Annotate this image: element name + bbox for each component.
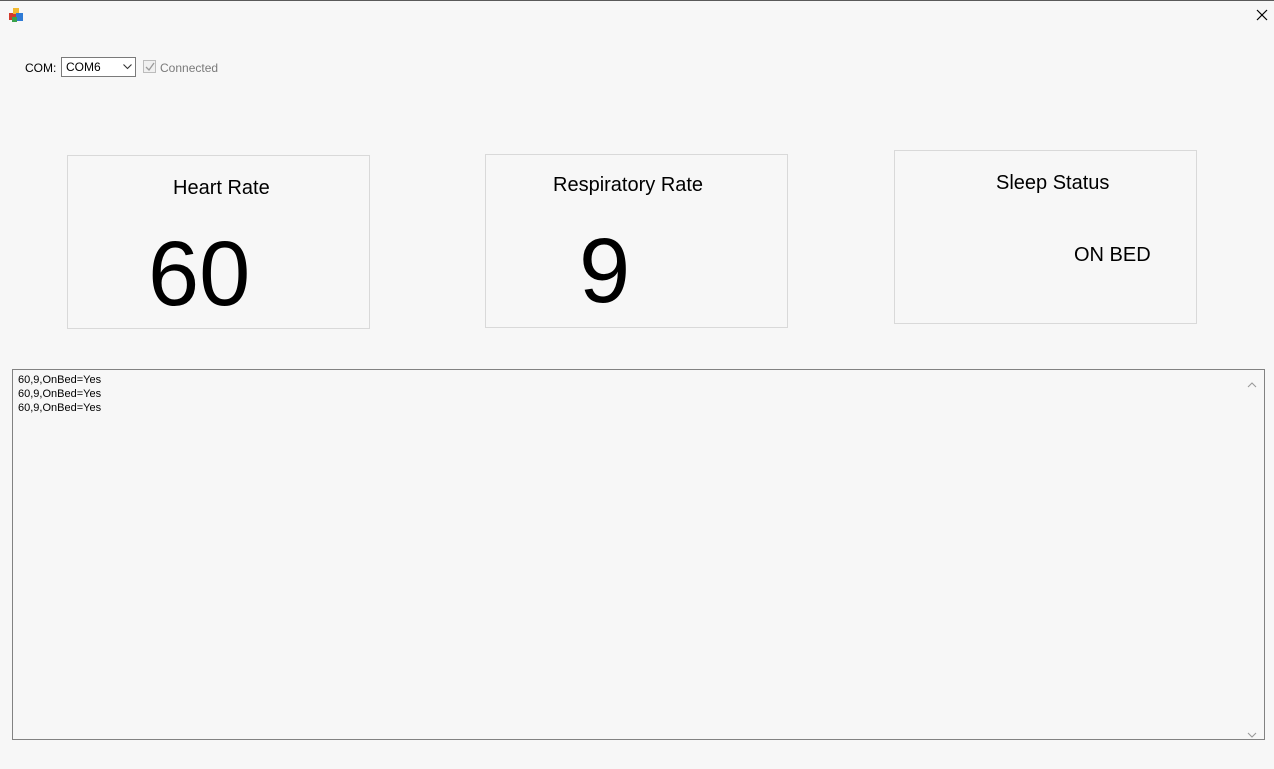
connected-label: Connected (160, 61, 219, 75)
chevron-down-icon (123, 64, 132, 70)
respiratory-rate-panel: Respiratory Rate 9 (485, 154, 788, 328)
heart-rate-title: Heart Rate (173, 177, 270, 199)
com-port-select[interactable]: COM6 (61, 57, 136, 77)
sleep-status-title: Sleep Status (996, 172, 1110, 194)
scroll-down-button[interactable] (1247, 726, 1257, 738)
connected-checkbox[interactable] (143, 60, 156, 73)
sleep-status-panel: Sleep Status ON BED (894, 150, 1197, 324)
respiratory-rate-title: Respiratory Rate (553, 174, 704, 196)
heart-rate-panel: Heart Rate 60 (67, 155, 370, 329)
log-line: 60,9,OnBed=Yes (18, 374, 102, 386)
heart-rate-value: 60 (148, 223, 251, 325)
log-line: 60,9,OnBed=Yes (18, 402, 102, 414)
respiratory-rate-value: 9 (579, 220, 631, 322)
scroll-up-button[interactable] (1247, 376, 1257, 388)
sleep-status-value: ON BED (1074, 244, 1151, 266)
log-line: 60,9,OnBed=Yes (18, 388, 102, 400)
log-output[interactable]: 60,9,OnBed=Yes 60,9,OnBed=Yes 60,9,OnBed… (12, 369, 1265, 740)
close-icon (1256, 9, 1268, 21)
app-icon (7, 6, 25, 24)
close-button[interactable] (1252, 6, 1272, 26)
chevron-up-icon (1247, 382, 1257, 388)
chevron-down-icon (1247, 732, 1257, 738)
com-label: COM: (25, 61, 57, 75)
com-port-value: COM6 (66, 60, 101, 74)
check-icon (145, 62, 155, 72)
window-top-border (0, 0, 1274, 1)
